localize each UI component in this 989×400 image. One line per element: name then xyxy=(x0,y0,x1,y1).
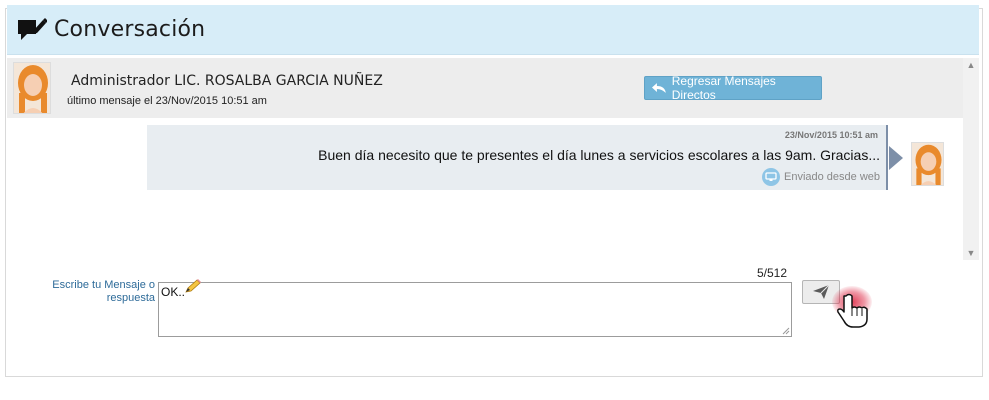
sender-avatar xyxy=(911,142,944,186)
conversation-header: Administrador LIC. ROSALBA GARCIA NUÑEZ … xyxy=(7,58,963,118)
chat-edit-icon xyxy=(18,18,47,40)
sent-via-label: Enviado desde web xyxy=(783,171,880,183)
title-bar: Conversación xyxy=(7,5,979,55)
char-counter: 5/512 xyxy=(757,266,788,280)
reply-textarea[interactable] xyxy=(158,282,792,337)
scroll-up-icon[interactable]: ▲ xyxy=(963,58,979,72)
last-message-info: último mensaje el 23/Nov/2015 10:51 am xyxy=(67,95,267,107)
pencil-icon xyxy=(185,279,201,293)
monitor-icon xyxy=(761,168,780,186)
page-title: Conversación xyxy=(54,17,206,42)
vertical-scrollbar[interactable]: ▲ ▼ xyxy=(963,58,979,260)
contact-name: Administrador LIC. ROSALBA GARCIA NUÑEZ xyxy=(71,73,383,89)
message-date: 23/Nov/2015 10:51 am xyxy=(784,130,878,140)
message-text: Buen día necesito que te presentes el dí… xyxy=(318,147,880,163)
back-button-label: Regresar Mensajes Directos xyxy=(671,74,776,102)
reply-arrow-icon xyxy=(651,83,666,93)
scroll-down-icon[interactable]: ▼ xyxy=(963,246,979,260)
bubble-pointer xyxy=(889,146,903,170)
messages-scroll-area[interactable]: Administrador LIC. ROSALBA GARCIA NUÑEZ … xyxy=(7,58,979,260)
paper-plane-icon xyxy=(813,284,830,299)
resize-grip-icon[interactable] xyxy=(780,325,790,335)
back-to-direct-messages-button[interactable]: Regresar Mensajes Directos xyxy=(644,74,822,102)
message-bubble: 23/Nov/2015 10:51 am Buen día necesito q… xyxy=(147,125,888,190)
hand-cursor-icon xyxy=(837,293,868,328)
sent-via: Enviado desde web xyxy=(761,168,880,186)
reply-label: Escribe tu Mensaje o respuesta xyxy=(52,279,155,304)
avatar xyxy=(13,62,51,114)
